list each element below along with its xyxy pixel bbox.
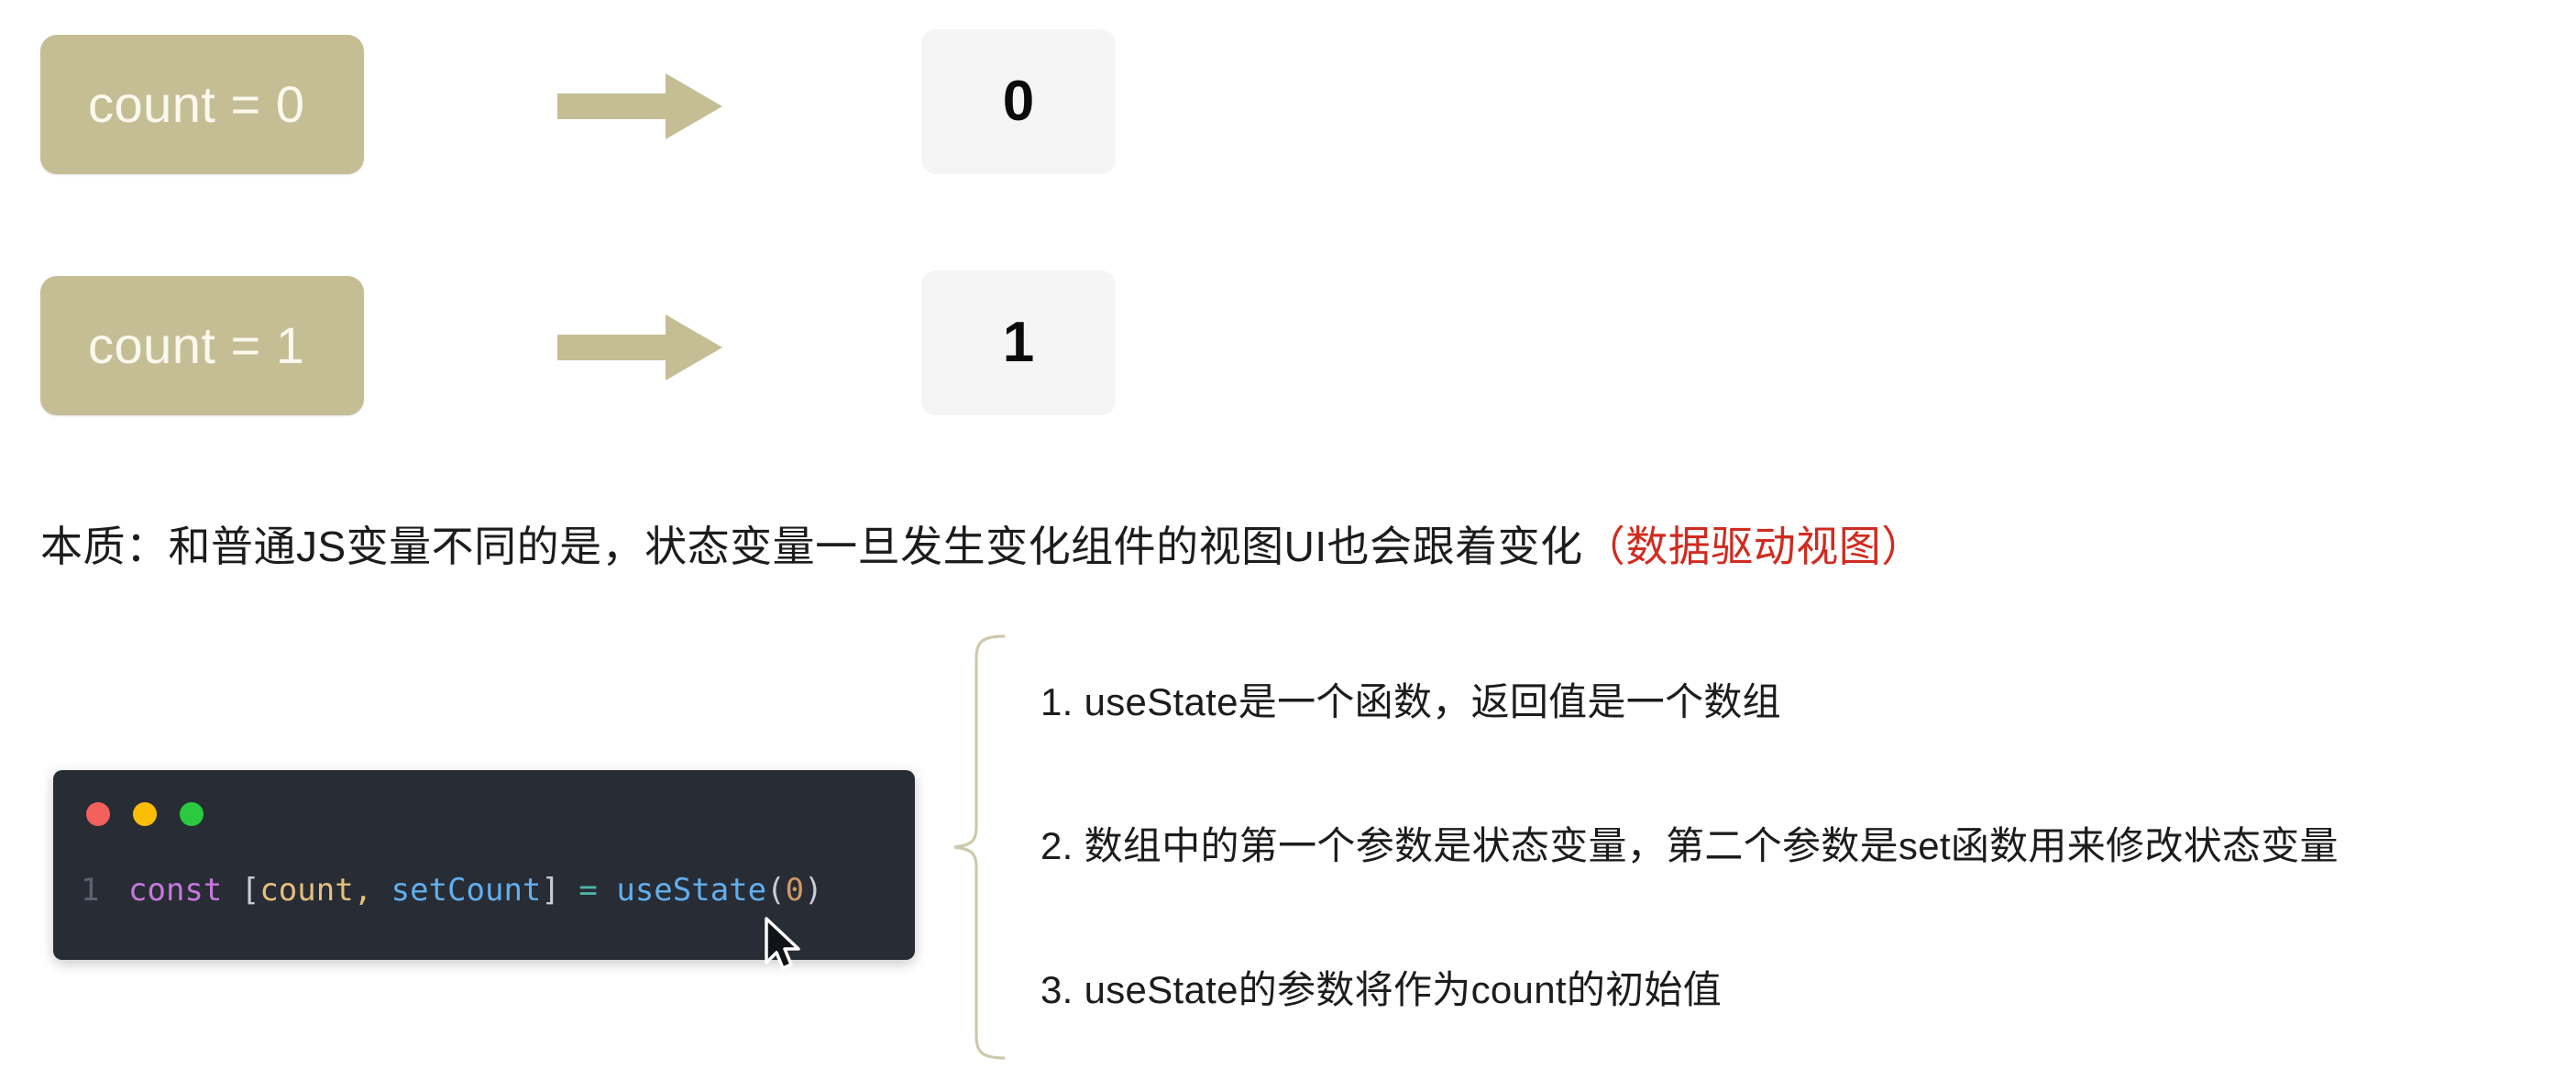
state-row-initial: count = 0 0 xyxy=(0,29,2576,176)
code-token-paren-open: ( xyxy=(766,872,786,909)
code-token-space-3 xyxy=(598,871,616,910)
code-token-bracket-open: [ xyxy=(240,872,260,909)
window-traffic-lights xyxy=(86,802,204,826)
essence-accent-text: （数据驱动视图） xyxy=(1582,523,1924,570)
note-item-3: 3. useState的参数将作为count的初始值 xyxy=(1040,967,1723,1011)
state-pill-label: count = 1 xyxy=(88,316,305,374)
ui-value-chip-1: 1 xyxy=(921,270,1116,415)
code-token-comma: , xyxy=(353,872,391,909)
maximize-dot-green-icon[interactable] xyxy=(180,802,204,826)
code-snippet-card: 1 const [count, setCount] = useState(0) xyxy=(53,770,915,960)
code-token-keyword: const xyxy=(128,872,223,909)
left-curly-brace-icon xyxy=(949,633,1011,1062)
code-token-count: count xyxy=(259,872,354,909)
code-line-1[interactable]: 1 const [count, setCount] = useState(0) xyxy=(81,871,823,910)
ui-value-label: 0 xyxy=(1002,70,1035,133)
code-token-space-2 xyxy=(560,871,578,910)
code-token-space-1 xyxy=(222,871,240,910)
note-item-1: 1. useState是一个函数，返回值是一个数组 xyxy=(1040,680,1781,723)
note-item-2: 2. 数组中的第一个参数是状态变量，第二个参数是set函数用来修改状态变量 xyxy=(1040,823,2339,867)
state-pill-label: count = 0 xyxy=(88,75,305,133)
right-block-arrow-icon xyxy=(557,314,722,380)
ui-value-chip-0: 0 xyxy=(921,29,1116,174)
minimize-dot-yellow-icon[interactable] xyxy=(133,802,157,826)
code-token-equals: = xyxy=(578,872,598,909)
state-pill-count-0: count = 0 xyxy=(40,35,364,174)
ui-value-label: 1 xyxy=(1002,311,1035,374)
essence-sentence: 本质：和普通JS变量不同的是，状态变量一旦发生变化组件的视图UI也会跟着变化（数… xyxy=(40,518,1924,575)
code-token-usestate: useState xyxy=(616,872,767,909)
code-token-paren-close: ) xyxy=(804,872,823,909)
essence-plain-text: 本质：和普通JS变量不同的是，状态变量一旦发生变化组件的视图UI也会跟着变化 xyxy=(40,523,1583,570)
state-row-updated: count = 1 1 xyxy=(0,270,2576,417)
code-token-setcount: setCount xyxy=(391,872,542,909)
code-token-zero: 0 xyxy=(785,872,805,909)
state-pill-count-1: count = 1 xyxy=(40,276,364,415)
code-token-bracket-close: ] xyxy=(541,872,560,909)
code-line-number: 1 xyxy=(81,872,100,909)
right-block-arrow-icon xyxy=(557,73,722,139)
notes-list: 1. useState是一个函数，返回值是一个数组 2. 数组中的第一个参数是状… xyxy=(1040,633,2562,1062)
close-dot-red-icon[interactable] xyxy=(86,802,110,826)
